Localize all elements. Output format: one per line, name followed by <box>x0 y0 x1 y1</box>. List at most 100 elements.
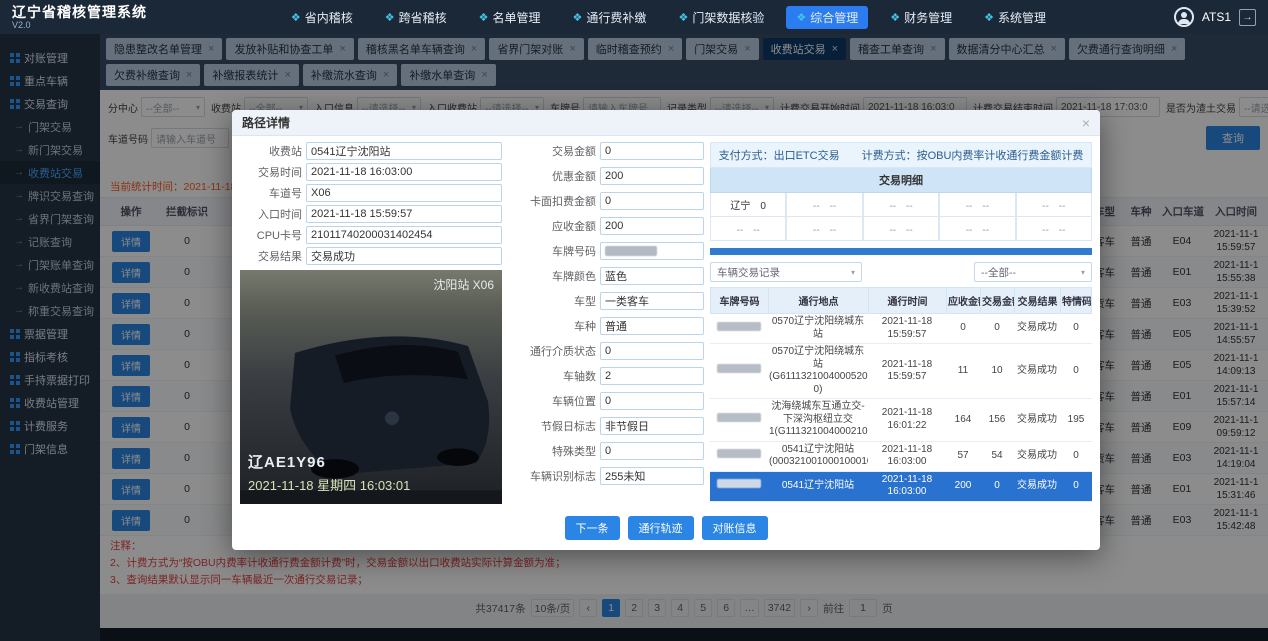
field-label: 入口时间 <box>240 206 302 222</box>
special-code-cell: 0 <box>1060 478 1092 495</box>
field-label: 优惠金额 <box>508 168 596 184</box>
layers-icon: ❖ <box>573 11 583 24</box>
modal-footer: 下一条通行轨迹对账信息 <box>232 510 1100 550</box>
result-cell: 交易成功 <box>1014 448 1060 465</box>
modal-footer-button[interactable]: 通行轨迹 <box>628 516 694 540</box>
amount-cell: 54 <box>980 448 1014 465</box>
topbar: 辽宁省稽核管理系统 V2.0 ❖ 省内稽核 ❖ 跨省稽核 ❖ 名单管理 <box>0 0 1268 34</box>
receivable-cell: 164 <box>946 412 980 429</box>
record-filter-row: 车辆交易记录 ▾ --全部-- ▾ <box>710 262 1092 282</box>
masked-plate <box>717 413 761 422</box>
top-nav-label: 财务管理 <box>904 9 952 26</box>
vehicle-photo: 沈阳站 X06 辽AE1Y96 2021-11-18 星期四 16:03:01 <box>240 270 502 504</box>
layers-icon: ❖ <box>385 11 395 24</box>
masked-plate <box>717 449 761 458</box>
summary-row: 辽宁 0 -- -- -- -- -- -- -- -- <box>710 193 1092 217</box>
modal-left-column: 收费站 0541辽宁沈阳站 交易时间 2021-11-18 16:03:00 车… <box>240 142 502 504</box>
detail-field: 特殊类型 0 <box>508 442 704 460</box>
field-label: 收费站 <box>240 143 302 159</box>
plate-cell <box>710 411 768 429</box>
transaction-row[interactable]: 0541辽宁沈阳站 2021-11-18 16:03:00 200 0 交易成功… <box>710 472 1092 502</box>
special-code-cell: 195 <box>1060 412 1092 429</box>
modal-header: 路径详情 × <box>232 110 1100 136</box>
field-value: 一类客车 <box>600 292 704 310</box>
time-cell: 2021-11-18 15:59:57 <box>868 314 946 343</box>
record-type-select[interactable]: 车辆交易记录 ▾ <box>710 262 862 282</box>
field-value: 普通 <box>600 317 704 335</box>
time-cell: 2021-11-18 16:03:00 <box>868 442 946 471</box>
detail-field: 入口时间 2021-11-18 15:59:57 <box>240 205 502 223</box>
app-version: V2.0 <box>12 20 147 30</box>
user-avatar-icon[interactable] <box>1174 7 1194 27</box>
field-value: 200 <box>600 217 704 235</box>
masked-value <box>605 246 657 256</box>
field-label: 应收金额 <box>508 218 596 234</box>
top-nav-item[interactable]: ❖ 通行费补缴 <box>563 6 657 29</box>
top-nav-item[interactable]: ❖ 财务管理 <box>880 6 962 29</box>
field-value: X06 <box>306 184 502 202</box>
username: ATS1 <box>1202 10 1231 24</box>
top-nav-label: 通行费补缴 <box>586 9 646 26</box>
close-icon[interactable]: × <box>1082 115 1090 131</box>
filter-all-select[interactable]: --全部-- ▾ <box>974 262 1092 282</box>
topbar-user-area: ATS1 → <box>1174 7 1256 27</box>
field-label: 车道号 <box>240 185 302 201</box>
field-label: 交易时间 <box>240 164 302 180</box>
field-value: 0 <box>600 442 704 460</box>
top-nav-label: 系统管理 <box>998 9 1046 26</box>
field-label: 卡面扣费金额 <box>508 193 596 209</box>
top-nav-item[interactable]: ❖ 跨省稽核 <box>375 6 457 29</box>
transaction-detail-title: 交易明细 <box>710 168 1092 193</box>
field-label: 特殊类型 <box>508 443 596 459</box>
top-nav-item[interactable]: ❖ 省内稽核 <box>281 6 363 29</box>
transaction-row[interactable]: 0570辽宁沈阳绕城东站 2021-11-18 15:59:57 0 0 交易成… <box>710 314 1092 344</box>
special-code-cell: 0 <box>1060 363 1092 380</box>
modal-body: 收费站 0541辽宁沈阳站 交易时间 2021-11-18 16:03:00 车… <box>232 136 1100 510</box>
top-nav-label: 综合管理 <box>810 9 858 26</box>
caret-down-icon: ▾ <box>851 268 855 277</box>
plate-cell <box>710 447 768 465</box>
detail-field: 收费站 0541辽宁沈阳站 <box>240 142 502 160</box>
result-cell: 交易成功 <box>1014 478 1060 495</box>
field-value: 0541辽宁沈阳站 <box>306 142 502 160</box>
field-value: 255未知 <box>600 467 704 485</box>
field-value: 蓝色 <box>600 267 704 285</box>
detail-field: 应收金额 200 <box>508 217 704 235</box>
detail-field: 车牌颜色 蓝色 <box>508 267 704 285</box>
photo-plate-overlay: 辽AE1Y96 <box>248 451 326 472</box>
top-nav-item[interactable]: ❖ 系统管理 <box>974 6 1056 29</box>
location-cell: 0570辽宁沈阳绕城东站 <box>768 314 868 343</box>
transaction-row[interactable]: 沈海绕城东互通立交-下深沟枢纽立交 1(G111321004000210010)… <box>710 399 1092 442</box>
summary-row: -- -- -- -- -- -- -- -- -- -- <box>710 217 1092 241</box>
field-value: 非节假日 <box>600 417 704 435</box>
transaction-row[interactable]: 0541辽宁沈阳站(000321001000100010) 2021-11-18… <box>710 442 1092 472</box>
logout-icon[interactable]: → <box>1239 9 1256 26</box>
result-cell: 交易成功 <box>1014 412 1060 429</box>
top-nav-item[interactable]: ❖ 门架数据核验 <box>668 6 774 29</box>
field-label: 车牌颜色 <box>508 268 596 284</box>
location-cell: 0570辽宁沈阳绕城东站 (G611132100400052001 0) <box>768 344 868 398</box>
layers-icon: ❖ <box>796 11 806 24</box>
transactions-table-body: 0570辽宁沈阳绕城东站 2021-11-18 15:59:57 0 0 交易成… <box>710 314 1092 502</box>
detail-field: 车种 普通 <box>508 317 704 335</box>
summary-grid: 辽宁 0 -- -- -- -- -- -- -- -- -- -- -- --… <box>710 193 1092 241</box>
top-nav-label: 省内稽核 <box>305 9 353 26</box>
top-nav-item[interactable]: ❖ 综合管理 <box>786 6 868 29</box>
masked-plate <box>717 364 761 373</box>
plate-cell <box>710 362 768 380</box>
top-nav-label: 门架数据核验 <box>692 9 764 26</box>
photo-timestamp-overlay: 2021-11-18 星期四 16:03:01 <box>248 475 410 494</box>
result-cell: 交易成功 <box>1014 320 1060 337</box>
detail-field: 车型 一类客车 <box>508 292 704 310</box>
modal-title: 路径详情 <box>242 114 290 131</box>
app-root: 辽宁省稽核管理系统 V2.0 ❖ 省内稽核 ❖ 跨省稽核 ❖ 名单管理 <box>0 0 1268 641</box>
special-code-cell: 0 <box>1060 320 1092 337</box>
top-nav-item[interactable]: ❖ 名单管理 <box>469 6 551 29</box>
transaction-row[interactable]: 0570辽宁沈阳绕城东站 (G611132100400052001 0) 202… <box>710 344 1092 399</box>
amount-cell: 156 <box>980 412 1014 429</box>
modal-footer-button[interactable]: 下一条 <box>565 516 620 540</box>
detail-field: 交易时间 2021-11-18 16:03:00 <box>240 163 502 181</box>
detail-field: 车牌号码 <box>508 242 704 260</box>
modal-footer-button[interactable]: 对账信息 <box>702 516 768 540</box>
detail-field: CPU卡号 21011740200031402454 <box>240 226 502 244</box>
